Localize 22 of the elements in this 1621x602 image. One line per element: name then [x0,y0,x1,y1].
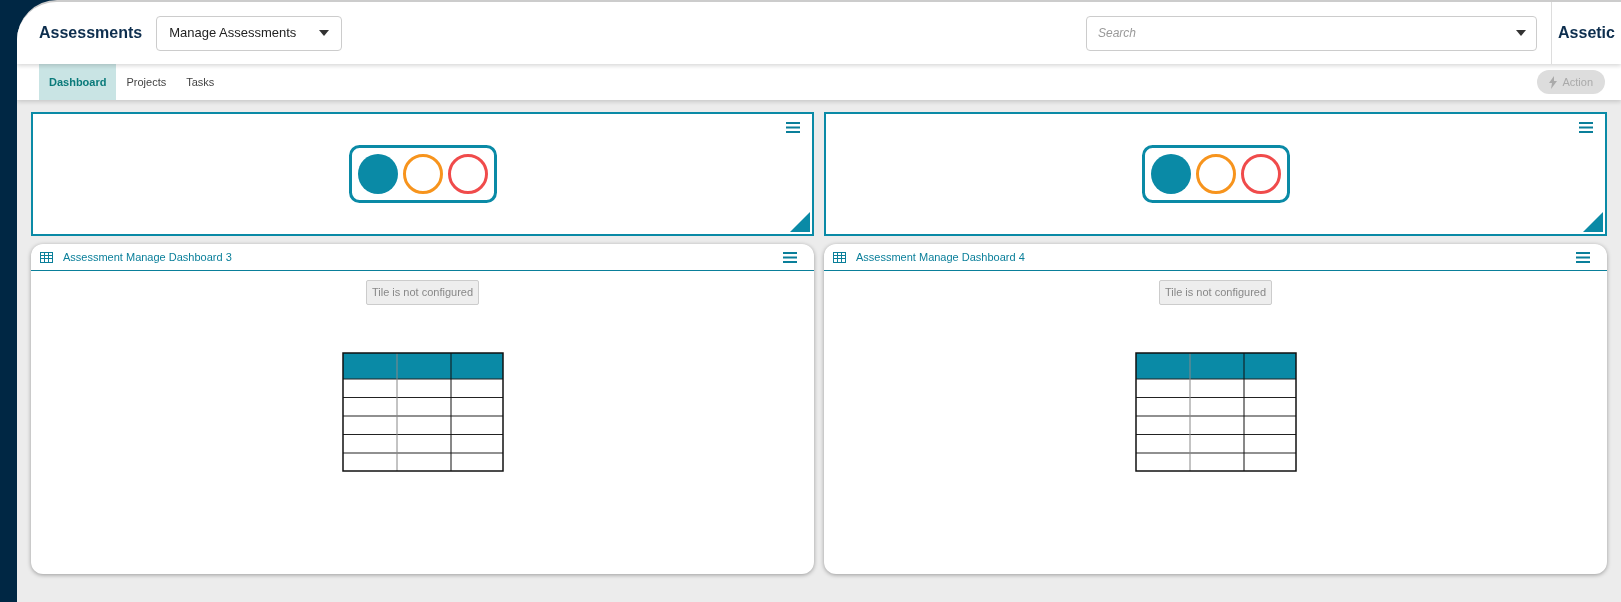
menu-icon[interactable] [786,122,800,133]
not-configured-label: Tile is not configured [1158,280,1273,305]
lightning-icon [1549,75,1558,89]
search-field[interactable]: Search [1086,15,1537,51]
not-configured-label: Tile is not configured [365,280,480,305]
grid-icon [40,251,53,263]
module-dropdown[interactable]: Manage Assessments [156,15,343,51]
nav-tab[interactable]: Tasks [176,64,225,100]
tile-title: Assessment Manage Dashboard 3 [63,249,233,265]
resize-corner-icon[interactable] [790,212,810,232]
nav-tab[interactable]: Projects [116,64,177,100]
page-title: Assessments [39,23,143,43]
caret-icon [319,30,330,36]
menu-icon[interactable] [1579,122,1593,133]
tile-title: Assessment Manage Dashboard 4 [856,249,1026,265]
nav-tab[interactable]: Dashboard [39,64,117,100]
brand-name: Assetic [1558,23,1615,43]
menu-icon[interactable] [783,251,797,263]
menu-icon[interactable] [1576,251,1590,263]
grid-icon [833,251,846,263]
dropdown-caret-icon [1516,29,1526,36]
resize-corner-icon[interactable] [1583,212,1603,232]
